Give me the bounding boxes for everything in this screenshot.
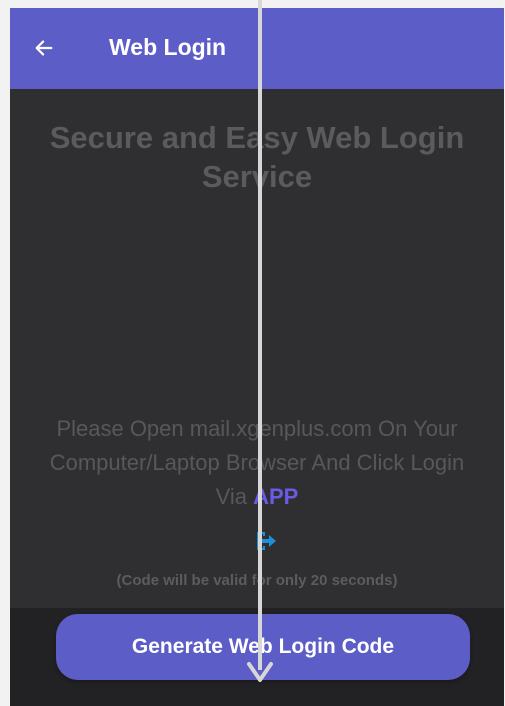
validity-note: (Code will be valid for only 20 seconds) <box>116 572 398 589</box>
page-title: Web Login <box>109 34 227 60</box>
arrow-down-icon <box>247 662 273 682</box>
app-bar: Web Login <box>10 8 504 89</box>
arrow-left-icon <box>35 40 53 56</box>
headline: Secure and Easy Web Login Service <box>49 120 465 194</box>
back-button[interactable] <box>24 28 64 68</box>
instructions-text: Please Open mail.xgenplus.com On Your Co… <box>40 412 474 514</box>
swipe-gesture-line <box>258 0 262 670</box>
screen: Web Login Secure and Easy Web Login Serv… <box>10 8 504 706</box>
